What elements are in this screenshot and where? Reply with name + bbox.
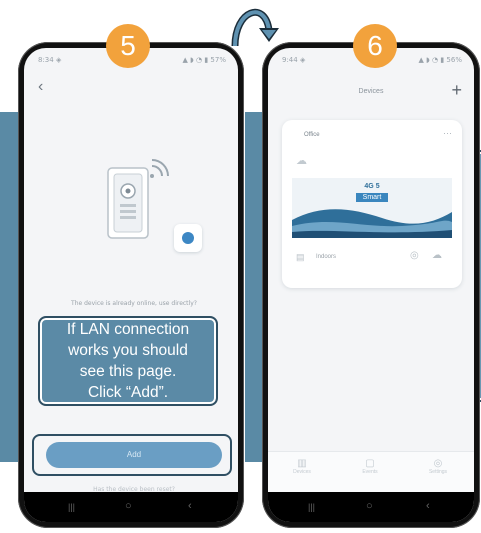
device-preview: 4G 5 Smart: [292, 178, 452, 238]
right-phone: 9:44 ◈ ▲ ◗ ◔ ▮ 56% Devices + Office ··· …: [262, 42, 480, 528]
card-title: Office: [304, 132, 320, 138]
card-menu-icon[interactable]: ···: [443, 128, 452, 138]
card-badge-line-2: Smart: [356, 193, 388, 202]
tab-settings[interactable]: ◎ Settings: [418, 458, 458, 475]
right-status-time: 9:44 ◈: [282, 56, 306, 64]
callout-line-1: If LAN connection: [66, 321, 190, 338]
card-cloud-icon[interactable]: ☁: [432, 250, 442, 261]
transition-arrow-icon: [231, 8, 279, 47]
card-badge: 4G 5 Smart: [356, 182, 388, 202]
bottom-tab-bar: ▥ Devices ▢ Events ◎ Settings: [268, 451, 474, 492]
device-card[interactable]: Office ··· ☁ 4G 5 Smart ▤ Indoors ◎ ☁: [282, 120, 462, 288]
right-phone-screen: 9:44 ◈ ▲ ◗ ◔ ▮ 56% Devices + Office ··· …: [268, 48, 474, 522]
add-device-icon[interactable]: +: [451, 80, 462, 101]
instruction-callout: If LAN connection works you should see t…: [38, 316, 218, 406]
left-status-icons: ▲ ◗ ◔ ▮ 57%: [182, 56, 227, 64]
header-title: Devices: [358, 88, 384, 95]
settings-tab-icon: ◎: [433, 458, 443, 469]
tab-settings-label: Settings: [428, 469, 448, 475]
callout-line-2: works you should: [68, 342, 188, 359]
step-5-badge: 5: [106, 24, 150, 68]
tab-events[interactable]: ▢ Events: [350, 458, 390, 475]
right-nav-recent-icon[interactable]: |||: [308, 502, 315, 512]
left-status-time: 8:34 ◈: [38, 56, 62, 64]
tab-events-label: Events: [362, 469, 378, 475]
add-button-highlight: [32, 434, 232, 476]
online-check-icon: [174, 224, 202, 252]
left-system-nav-bar: ||| ○ ‹: [24, 492, 238, 522]
device-illustration: [107, 159, 169, 239]
callout-line-3: see this page.: [79, 363, 177, 380]
card-badge-line-1: 4G 5: [364, 183, 380, 190]
tab-devices-label: Devices: [293, 469, 311, 475]
card-device-icon: ▤: [296, 252, 305, 262]
devices-tab-icon: ▥: [297, 458, 307, 469]
right-status-icons: ▲ ◗ ◔ ▮ 56%: [418, 56, 463, 64]
events-tab-icon: ▢: [365, 458, 375, 469]
right-system-nav-bar: ||| ○ ‹: [268, 492, 474, 522]
back-icon[interactable]: ‹: [38, 78, 43, 96]
left-nav-recent-icon[interactable]: |||: [68, 502, 75, 512]
left-nav-home-icon[interactable]: ○: [125, 500, 132, 512]
card-settings-icon[interactable]: ◎: [410, 250, 419, 261]
cloud-icon: ☁: [296, 155, 307, 167]
card-footer-label: Indoors: [316, 254, 337, 260]
right-nav-back-icon[interactable]: ‹: [426, 500, 430, 512]
step-6-badge: 6: [353, 24, 397, 68]
left-nav-back-icon[interactable]: ‹: [188, 500, 192, 512]
device-online-message: The device is already online, use direct…: [71, 300, 197, 307]
tab-devices[interactable]: ▥ Devices: [282, 458, 322, 475]
right-nav-home-icon[interactable]: ○: [366, 500, 373, 512]
callout-line-4: Click “Add”.: [87, 384, 169, 401]
